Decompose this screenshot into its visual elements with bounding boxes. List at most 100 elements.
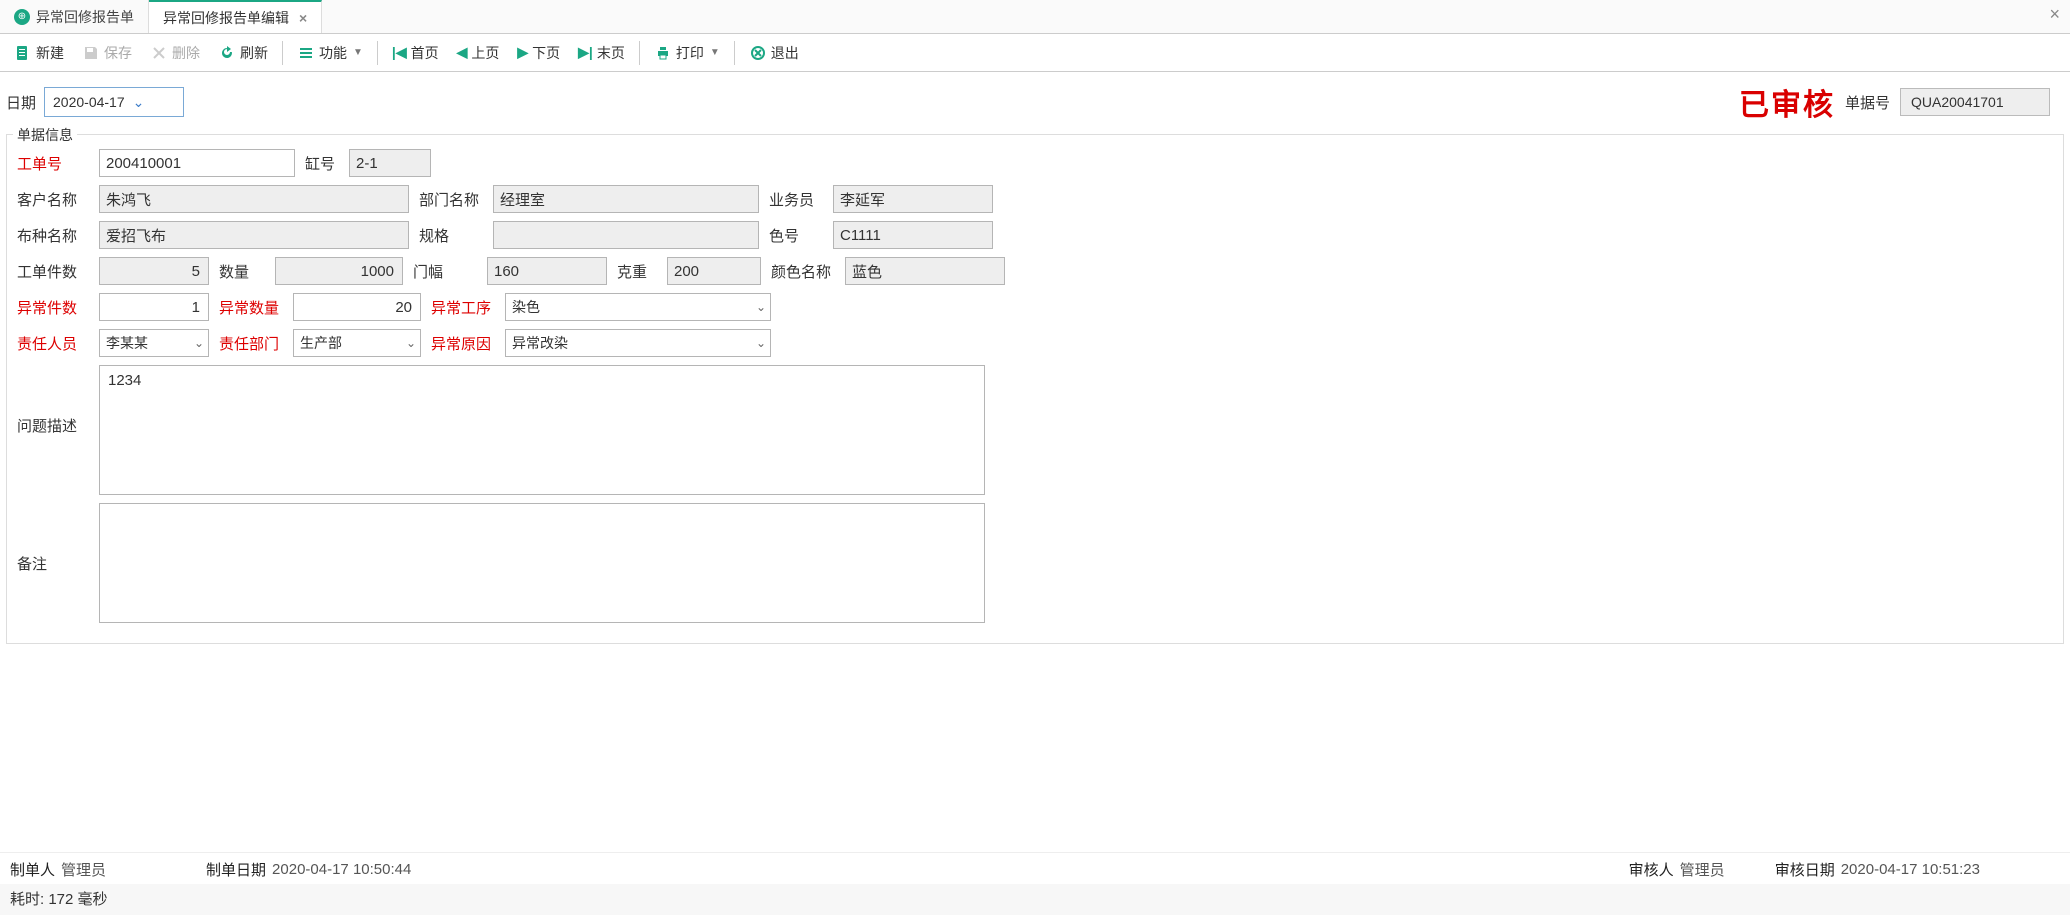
desc-label: 问题描述 xyxy=(17,365,99,436)
prev-page-button[interactable]: ◀ 上页 xyxy=(449,38,508,68)
ab-qty-input[interactable] xyxy=(293,293,421,321)
resp-dept-select[interactable]: 生产部 ⌄ xyxy=(293,329,421,357)
docno-label: 单据号 xyxy=(1845,92,1890,113)
new-icon xyxy=(14,44,32,62)
date-label: 日期 xyxy=(6,92,36,113)
tank-label: 缸号 xyxy=(305,153,349,174)
ab-pcs-label: 异常件数 xyxy=(17,297,99,318)
prev-icon: ◀ xyxy=(457,44,468,61)
fabric-label: 布种名称 xyxy=(17,225,99,246)
caret-down-icon: ⌄ xyxy=(406,336,416,350)
resp-person-value: 李某某 xyxy=(106,333,148,353)
ab-reason-value: 异常改染 xyxy=(512,333,568,353)
date-picker[interactable]: 2020-04-17 ⌄ xyxy=(44,87,184,117)
resp-person-label: 责任人员 xyxy=(17,333,99,354)
exit-icon xyxy=(749,44,767,62)
next-page-button[interactable]: ▶ 下页 xyxy=(509,38,568,68)
customer-label: 客户名称 xyxy=(17,189,99,210)
caret-down-icon: ⌄ xyxy=(756,300,766,314)
creator-label: 制单人 xyxy=(10,859,55,880)
wo-pcs-input xyxy=(99,257,209,285)
qty-input xyxy=(275,257,403,285)
auditor-label: 审核人 xyxy=(1629,859,1674,880)
form-group: 单据信息 工单号 缸号 客户名称 部门名称 业务员 布种名称 规格 xyxy=(6,134,2064,644)
approved-stamp: 已审核 xyxy=(1739,80,1835,124)
weight-input xyxy=(667,257,761,285)
create-date-value: 2020-04-17 10:50:44 xyxy=(272,861,411,878)
tab-report-edit[interactable]: 异常回修报告单编辑 × xyxy=(149,0,322,33)
audit-date-label: 审核日期 xyxy=(1775,859,1835,880)
next-icon: ▶ xyxy=(517,44,528,61)
ab-reason-select[interactable]: 异常改染 ⌄ xyxy=(505,329,771,357)
ab-reason-label: 异常原因 xyxy=(431,333,505,354)
ab-proc-label: 异常工序 xyxy=(431,297,505,318)
caret-down-icon: ⌄ xyxy=(756,336,766,350)
window-close-icon[interactable]: × xyxy=(2049,4,2060,25)
close-icon[interactable]: × xyxy=(299,10,307,26)
customer-input xyxy=(99,185,409,213)
salesman-label: 业务员 xyxy=(769,189,833,210)
work-order-input[interactable] xyxy=(99,149,295,177)
resp-person-select[interactable]: 李某某 ⌄ xyxy=(99,329,209,357)
ab-proc-select[interactable]: 染色 ⌄ xyxy=(505,293,771,321)
colorno-label: 色号 xyxy=(769,225,833,246)
group-title: 单据信息 xyxy=(13,125,77,145)
docno-value: QUA20041701 xyxy=(1900,88,2050,116)
audit-date-value: 2020-04-17 10:51:23 xyxy=(1841,861,1980,878)
separator xyxy=(377,41,378,65)
separator xyxy=(282,41,283,65)
refresh-button[interactable]: 刷新 xyxy=(210,38,276,68)
caret-down-icon: ⌄ xyxy=(194,336,204,350)
desc-textarea[interactable] xyxy=(99,365,985,495)
caret-down-icon: ▼ xyxy=(710,47,720,58)
colorname-input xyxy=(845,257,1005,285)
print-icon xyxy=(654,44,672,62)
calendar-caret-icon: ⌄ xyxy=(133,94,145,111)
last-page-button[interactable]: ▶| 末页 xyxy=(570,38,633,68)
header-row: 日期 2020-04-17 ⌄ 已审核 单据号 QUA20041701 xyxy=(0,72,2070,134)
date-value: 2020-04-17 xyxy=(53,94,125,110)
list-icon xyxy=(297,44,315,62)
colorname-label: 颜色名称 xyxy=(771,261,845,282)
last-icon: ▶| xyxy=(578,44,593,61)
width-input xyxy=(487,257,607,285)
exit-button[interactable]: 退出 xyxy=(741,38,807,68)
create-date-label: 制单日期 xyxy=(206,859,266,880)
tab-label: 异常回修报告单编辑 xyxy=(163,8,289,28)
tab-label: 异常回修报告单 xyxy=(36,7,134,27)
separator xyxy=(639,41,640,65)
ab-proc-value: 染色 xyxy=(512,297,540,317)
function-button[interactable]: 功能 ▼ xyxy=(289,38,371,68)
status-bar: 耗时: 172 毫秒 xyxy=(0,884,2070,915)
colorno-input xyxy=(833,221,993,249)
toolbar: 新建 保存 删除 刷新 功能 ▼ |◀ 首页 ◀ 上页 ▶ xyxy=(0,34,2070,72)
resp-dept-label: 责任部门 xyxy=(219,333,293,354)
separator xyxy=(734,41,735,65)
weight-label: 克重 xyxy=(617,261,667,282)
remark-label: 备注 xyxy=(17,503,99,574)
refresh-icon xyxy=(218,44,236,62)
first-page-button[interactable]: |◀ 首页 xyxy=(384,38,447,68)
new-button[interactable]: 新建 xyxy=(6,38,72,68)
auditor-value: 管理员 xyxy=(1680,859,1725,880)
work-order-label: 工单号 xyxy=(17,153,99,174)
creator-value: 管理员 xyxy=(61,859,106,880)
tank-input xyxy=(349,149,431,177)
globe-icon: ⊕ xyxy=(14,9,30,25)
spec-label: 规格 xyxy=(419,225,493,246)
qty-label: 数量 xyxy=(219,261,275,282)
ab-pcs-input[interactable] xyxy=(99,293,209,321)
ab-qty-label: 异常数量 xyxy=(219,297,293,318)
footer: 制单人 管理员 制单日期 2020-04-17 10:50:44 审核人 管理员… xyxy=(0,852,2070,884)
delete-button[interactable]: 删除 xyxy=(142,38,208,68)
delete-icon xyxy=(150,44,168,62)
save-icon xyxy=(82,44,100,62)
resp-dept-value: 生产部 xyxy=(300,333,342,353)
remark-textarea[interactable] xyxy=(99,503,985,623)
fabric-input xyxy=(99,221,409,249)
tab-report-list[interactable]: ⊕ 异常回修报告单 xyxy=(0,0,149,33)
tab-bar: ⊕ 异常回修报告单 异常回修报告单编辑 × × xyxy=(0,0,2070,34)
save-button[interactable]: 保存 xyxy=(74,38,140,68)
width-label: 门幅 xyxy=(413,261,487,282)
print-button[interactable]: 打印 ▼ xyxy=(646,38,728,68)
